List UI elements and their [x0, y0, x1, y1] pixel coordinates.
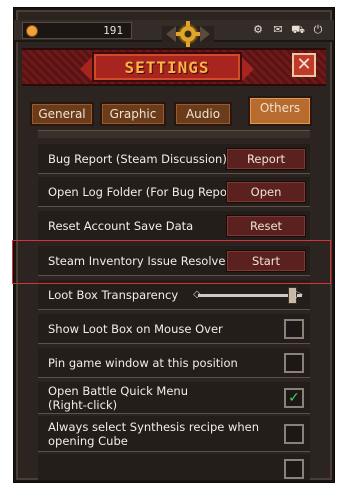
setting-row-battle-quick-menu: Open Battle Quick Menu (Right-click) ✓ — [38, 382, 310, 414]
gold-value: 191 — [103, 24, 123, 37]
mail-icon[interactable]: ✉ — [270, 23, 286, 37]
open-button[interactable]: Open — [226, 181, 306, 203]
checkbox[interactable] — [284, 353, 304, 373]
checkbox[interactable] — [284, 459, 304, 479]
setting-row-loot-box-transparency: Loot Box Transparency ◇ ▷ — [38, 280, 310, 310]
setting-row-bug-report: Bug Report (Steam Discussion) Report — [38, 144, 310, 174]
setting-row-pin-window: Pin game window at this position — [38, 348, 310, 378]
checkbox[interactable] — [284, 424, 304, 444]
setting-row-partial — [38, 454, 310, 480]
setting-row-reset-save: Reset Account Save Data Reset — [38, 211, 310, 241]
settings-list: Bug Report (Steam Discussion) Report Ope… — [38, 140, 310, 480]
cart-icon[interactable]: ⛟ — [290, 23, 306, 37]
title-plate: SETTINGS — [80, 52, 254, 82]
gold-coin-icon — [26, 25, 38, 37]
settings-gear-icon[interactable]: ⚙ — [250, 23, 266, 37]
setting-label: Reset Account Save Data — [48, 219, 194, 233]
slider-right-arrow-icon[interactable]: ▷ — [294, 288, 304, 302]
setting-row-synthesis-recipe: Always select Synthesis recipe when open… — [38, 416, 310, 452]
tab-graphic[interactable]: Graphic — [100, 102, 166, 126]
page-title: SETTINGS — [124, 58, 210, 77]
tab-audio[interactable]: Audio — [174, 102, 232, 126]
transparency-slider[interactable] — [198, 294, 302, 297]
top-status-bar: 191 ⚙ ✉ ⛟ ⏻ — [14, 20, 334, 47]
list-top-edge — [38, 130, 310, 138]
setting-label: Pin game window at this position — [48, 356, 238, 370]
tab-general[interactable]: General — [30, 102, 94, 126]
settings-tabs: General Graphic Audio Others — [30, 96, 320, 126]
setting-row-steam-inventory: Steam Inventory Issue Resolved Start — [38, 246, 310, 276]
close-button[interactable]: ✕ — [292, 53, 316, 77]
setting-label: Bug Report (Steam Discussion) — [48, 152, 227, 166]
setting-label: Steam Inventory Issue Resolved — [48, 254, 233, 268]
tab-others[interactable]: Others — [248, 96, 312, 126]
setting-row-open-log: Open Log Folder (For Bug Report) Open — [38, 177, 310, 207]
report-button[interactable]: Report — [226, 148, 306, 170]
reset-button[interactable]: Reset — [226, 215, 306, 237]
checkbox[interactable]: ✓ — [284, 388, 304, 408]
setting-label: Open Battle Quick Menu (Right-click) — [48, 384, 188, 412]
start-button[interactable]: Start — [226, 250, 306, 272]
power-icon[interactable]: ⏻ — [310, 23, 326, 37]
system-icons: ⚙ ✉ ⛟ ⏻ — [250, 23, 326, 37]
gold-counter: 191 — [22, 22, 132, 39]
setting-label: Always select Synthesis recipe when open… — [48, 420, 260, 448]
setting-label: Show Loot Box on Mouse Over — [48, 322, 223, 336]
setting-label: Open Log Folder (For Bug Report) — [48, 185, 241, 199]
checkbox[interactable] — [284, 319, 304, 339]
setting-row-show-loot-box: Show Loot Box on Mouse Over — [38, 314, 310, 344]
